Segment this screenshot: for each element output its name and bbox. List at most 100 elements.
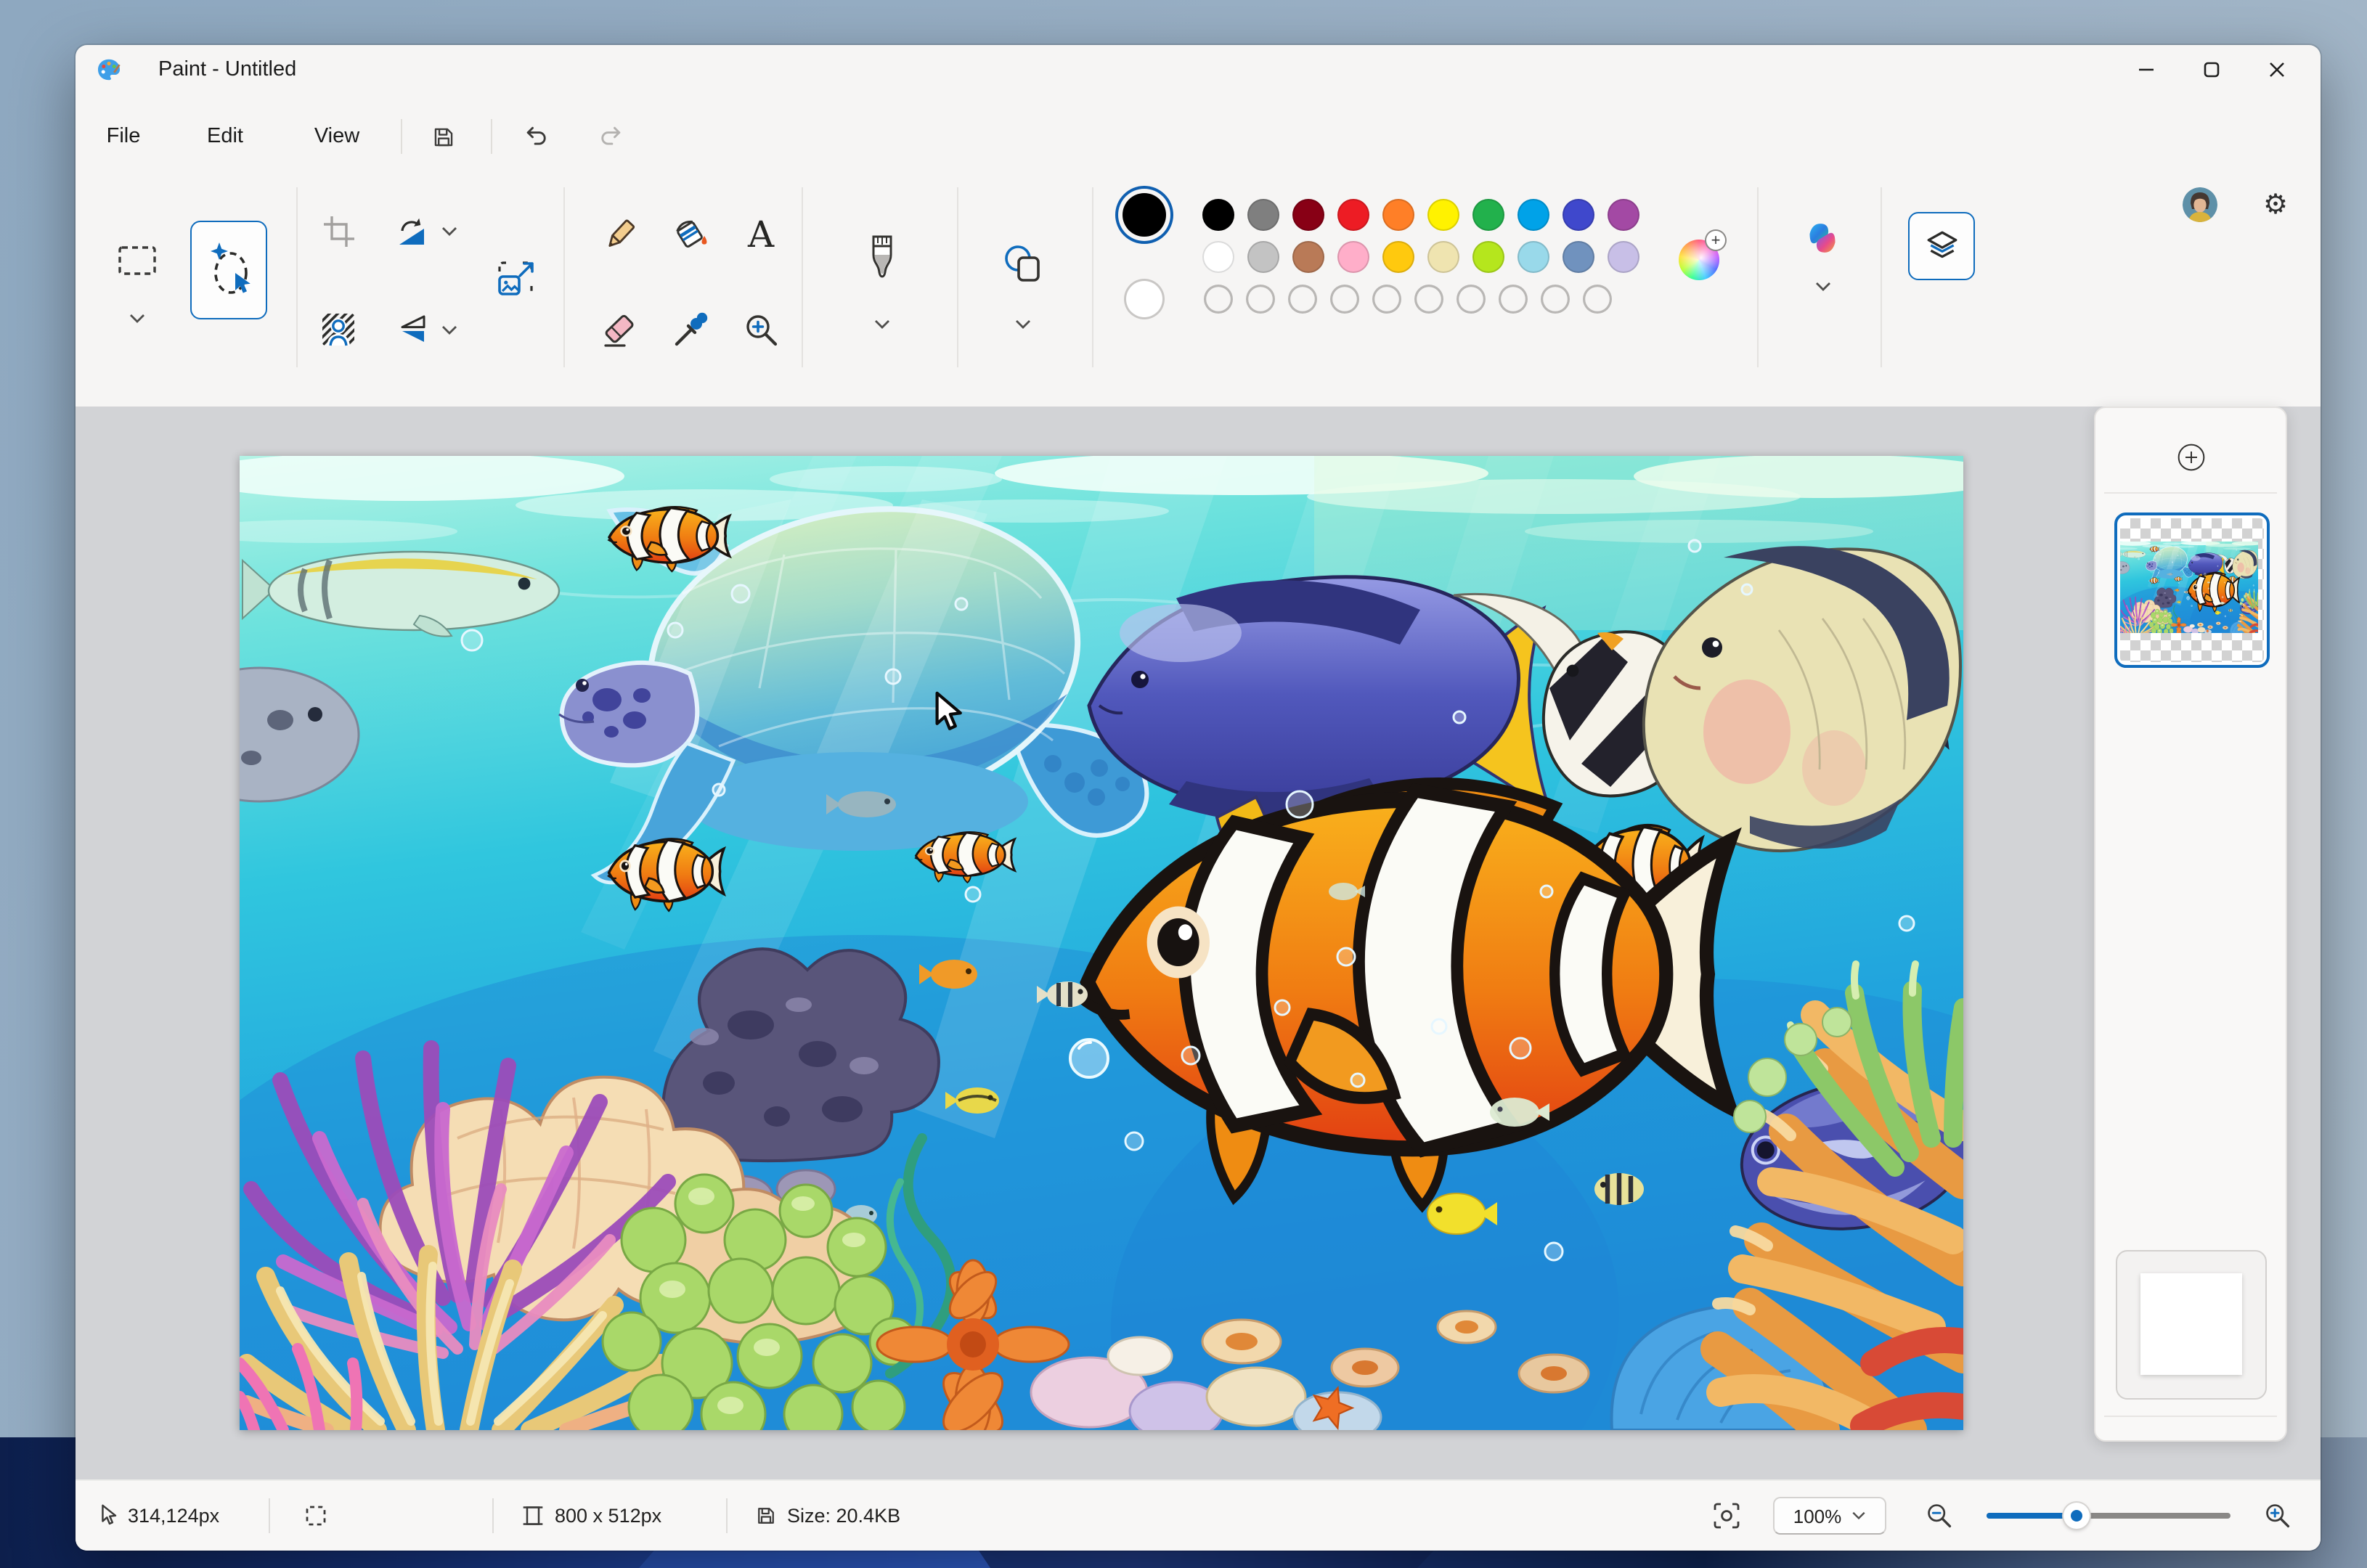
statusbar: 314,124px 800 x 512px Size: 20.4KB 100% [76,1479,2321,1551]
chevron-down-icon [1014,319,1030,329]
undo-icon [523,123,549,150]
layer-1-thumbnail[interactable] [2114,513,2270,668]
divider [269,1498,270,1533]
color-swatch[interactable] [1427,241,1459,273]
add-color-badge[interactable]: + [1706,231,1725,250]
cursor-position-text: 314,124px [128,1505,219,1527]
color-swatch[interactable] [1247,199,1279,231]
magnifier-plus-icon [743,311,779,348]
copilot-button[interactable] [1793,209,1851,267]
zoom-in-icon [2264,1502,2291,1530]
color-swatch[interactable] [1382,241,1414,273]
custom-color-slot[interactable] [1541,285,1570,314]
color-swatch[interactable] [1608,199,1639,231]
menu-file[interactable]: File [89,116,158,157]
color-swatch[interactable] [1427,199,1459,231]
rotate-dropdown[interactable] [436,218,462,244]
color-swatch[interactable] [1472,199,1504,231]
chevron-down-icon [441,226,457,236]
save-icon [431,124,455,149]
rotate-button[interactable] [383,203,439,258]
divider [563,187,565,367]
color2-swatch[interactable] [1124,279,1165,319]
zoom-in-button[interactable] [2264,1502,2291,1530]
chevron-down-icon [129,313,144,323]
brushes-dropdown[interactable] [864,312,899,335]
pencil-tool[interactable] [590,205,648,263]
text-tool[interactable]: A [732,205,790,263]
cursor-position-status: 314,124px [99,1503,219,1528]
rectangle-select-button[interactable] [107,231,166,289]
color-picker-tool[interactable] [662,301,720,359]
eraser-tool[interactable] [590,301,648,359]
shapes-icon [1003,243,1042,282]
zoom-slider[interactable] [1987,1503,2230,1529]
background-layer-thumbnail[interactable] [2116,1250,2267,1400]
color-swatch[interactable] [1337,241,1369,273]
color-swatch[interactable] [1292,199,1324,231]
resize-image-icon [496,259,535,298]
custom-color-slot[interactable] [1457,285,1486,314]
color-swatch[interactable] [1382,199,1414,231]
zoom-level-dropdown[interactable]: 100% [1773,1497,1886,1535]
custom-color-slot[interactable] [1583,285,1612,314]
zoom-out-button[interactable] [1926,1502,1953,1530]
text-tool-icon: A [748,216,774,252]
divider [2104,492,2277,494]
crop-button[interactable] [311,203,366,258]
fill-tool[interactable] [662,205,720,263]
paint-logo-icon [96,57,122,83]
custom-color-slot[interactable] [1372,285,1401,314]
brushes-button[interactable] [850,224,913,299]
color-swatch[interactable] [1202,241,1234,273]
magnifier-tool[interactable] [732,301,790,359]
fit-to-screen-button[interactable] [1712,1501,1741,1530]
pencil-icon [599,214,638,253]
color-swatch[interactable] [1292,241,1324,273]
smart-select-button[interactable] [190,221,267,319]
maximize-button[interactable] [2178,45,2244,93]
color-swatch[interactable] [1247,241,1279,273]
minimize-button[interactable] [2113,45,2178,93]
brush-icon [865,234,898,289]
divider [802,187,803,367]
copilot-dropdown[interactable] [1805,274,1840,298]
flip-dropdown[interactable] [436,317,462,343]
undo-button[interactable] [511,115,561,158]
redo-button[interactable] [587,115,636,158]
custom-color-slot[interactable] [1246,285,1275,314]
shapes-dropdown[interactable] [1005,312,1040,335]
selection-size-icon [305,1505,327,1527]
color-swatch[interactable] [1608,241,1639,273]
color-swatch[interactable] [1472,241,1504,273]
color-swatch[interactable] [1563,199,1594,231]
resize-image-button[interactable] [484,247,547,311]
zoom-slider-handle[interactable] [2064,1503,2090,1529]
color-swatch[interactable] [1517,199,1549,231]
custom-color-slot[interactable] [1204,285,1233,314]
color-swatch[interactable] [1517,241,1549,273]
color1-swatch[interactable] [1123,193,1166,237]
selection-dropdown[interactable] [119,306,154,330]
selection-size-status [305,1505,327,1527]
shapes-button[interactable] [990,231,1054,295]
fill-bucket-icon [672,214,711,253]
add-layer-button[interactable] [2168,434,2215,481]
canvas-image [240,456,1963,1430]
remove-background-button[interactable] [311,302,366,357]
menu-edit[interactable]: Edit [190,116,261,157]
close-button[interactable] [2244,45,2309,93]
custom-color-slot[interactable] [1414,285,1443,314]
flip-button[interactable] [385,302,440,357]
custom-color-slot[interactable] [1499,285,1528,314]
menu-view[interactable]: View [297,116,377,157]
color-swatch[interactable] [1337,199,1369,231]
custom-color-slot[interactable] [1330,285,1359,314]
save-button[interactable] [418,115,468,158]
drawing-canvas[interactable] [240,456,1963,1430]
layers-button[interactable] [1908,212,1975,280]
palette-row-1 [1202,199,1639,231]
custom-color-slot[interactable] [1288,285,1317,314]
color-swatch[interactable] [1202,199,1234,231]
color-swatch[interactable] [1563,241,1594,273]
